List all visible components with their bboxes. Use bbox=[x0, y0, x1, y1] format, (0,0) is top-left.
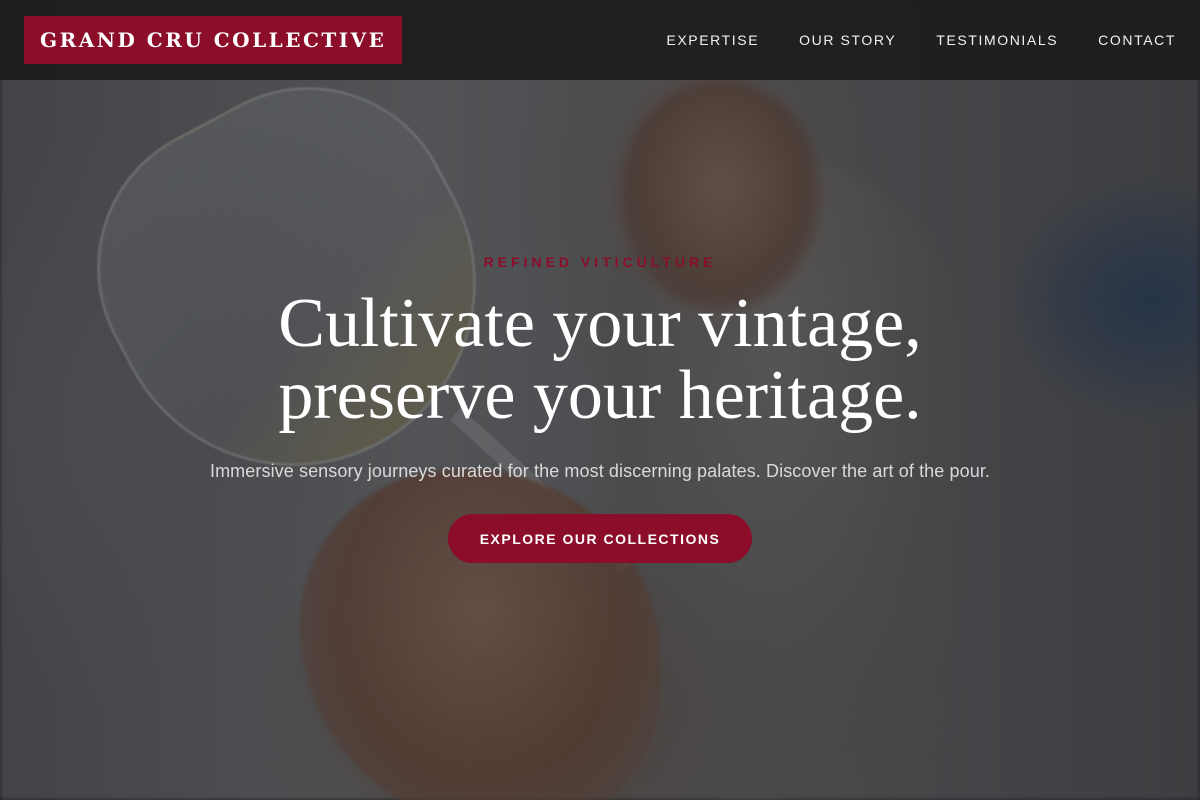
brand-logo[interactable]: GRAND CRU COLLECTIVE bbox=[24, 16, 403, 64]
main-nav: EXPERTISE OUR STORY TESTIMONIALS CONTACT bbox=[666, 32, 1176, 48]
nav-link-contact[interactable]: CONTACT bbox=[1098, 32, 1176, 48]
nav-link-testimonials[interactable]: TESTIMONIALS bbox=[936, 32, 1058, 48]
hero-headline-line-2: preserve your heritage. bbox=[278, 357, 922, 434]
nav-link-our-story[interactable]: OUR STORY bbox=[799, 32, 896, 48]
brand-name: GRAND CRU COLLECTIVE bbox=[40, 28, 387, 52]
site-header: GRAND CRU COLLECTIVE EXPERTISE OUR STORY… bbox=[0, 0, 1200, 80]
hero-eyebrow: REFINED VITICULTURE bbox=[483, 254, 717, 270]
hero-headline: Cultivate your vintage, preserve your he… bbox=[0, 288, 1200, 432]
explore-collections-button[interactable]: EXPLORE OUR COLLECTIONS bbox=[448, 514, 752, 563]
nav-link-expertise[interactable]: EXPERTISE bbox=[666, 32, 759, 48]
hero-headline-line-1: Cultivate your vintage, bbox=[278, 285, 922, 362]
hero-subtitle: Immersive sensory journeys curated for t… bbox=[209, 461, 991, 481]
landing-page: GRAND CRU COLLECTIVE EXPERTISE OUR STORY… bbox=[0, 0, 1200, 800]
hero-section: REFINED VITICULTURE Cultivate your vinta… bbox=[0, 0, 1200, 800]
